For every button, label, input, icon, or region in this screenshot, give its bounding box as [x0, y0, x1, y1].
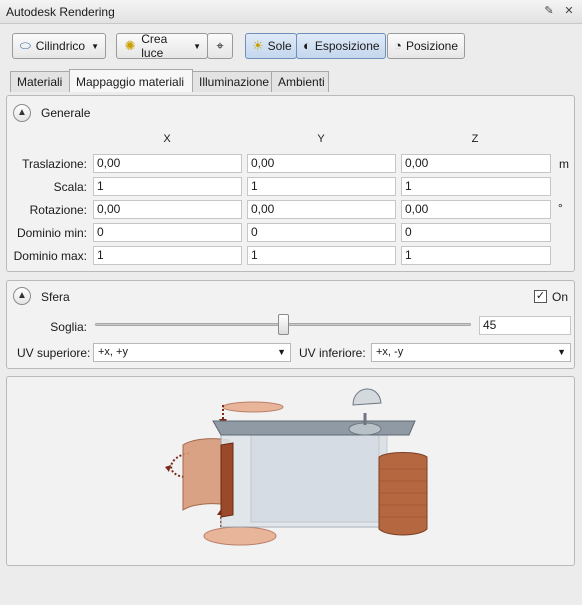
uv-superiore-value: +x, +y: [98, 346, 128, 358]
generale-title: Generale: [41, 106, 91, 120]
chevron-down-icon: ▼: [193, 41, 201, 51]
dominio-max-x-field[interactable]: 1: [93, 246, 242, 265]
close-icon[interactable]: ✕: [562, 4, 576, 18]
scala-z-field[interactable]: 1: [401, 177, 551, 196]
mapping-preview-panel: [6, 376, 575, 566]
uv-inferiore-select[interactable]: +x, -y ▼: [371, 343, 571, 362]
dominio-max-y-field[interactable]: 1: [247, 246, 396, 265]
bottom-projection-disc: [203, 526, 277, 546]
light-bulb-icon: ✺: [124, 38, 136, 53]
tab-ambienti[interactable]: Ambienti: [271, 71, 329, 92]
tab-illuminazione[interactable]: Illuminazione: [192, 71, 272, 92]
chevron-down-icon: ▼: [277, 347, 286, 357]
dominio-min-x-field[interactable]: 0: [93, 223, 242, 242]
crea-luce-label: Crea luce: [141, 32, 168, 60]
target-button[interactable]: ⌖: [207, 33, 233, 59]
posizione-label: Posizione: [405, 39, 458, 53]
lamp-sphere: [352, 388, 382, 406]
traslazione-label: Traslazione:: [22, 157, 87, 171]
sfera-on-label: On: [552, 290, 569, 304]
scala-x-field[interactable]: 1: [93, 177, 242, 196]
chevron-down-icon: ▼: [557, 347, 566, 357]
uv-superiore-label: UV superiore:: [17, 346, 91, 360]
side-arrow-head: [165, 465, 171, 472]
glass-box-back: [250, 434, 388, 523]
sfera-panel: ▲ Sfera ✓ On Soglia: 45 UV superiore: +x…: [6, 280, 575, 369]
soglia-slider-thumb[interactable]: [277, 314, 289, 335]
sfera-title: Sfera: [41, 290, 70, 304]
rotazione-label: Rotazione:: [29, 203, 87, 217]
traslazione-y-field[interactable]: 0,00: [247, 154, 396, 173]
mapping-preview-image: [165, 388, 428, 546]
exposure-icon: ◐: [303, 38, 311, 53]
scala-y-field[interactable]: 1: [247, 177, 396, 196]
dominio-min-y-field[interactable]: 0: [247, 223, 396, 242]
window-title: Autodesk Rendering: [6, 5, 115, 19]
dominio-max-label: Dominio max:: [13, 249, 87, 263]
cylinder-mapping-icon: ⬭: [19, 38, 31, 53]
traslazione-unit: m: [559, 157, 569, 171]
collapse-sfera-button[interactable]: ▲: [13, 287, 31, 305]
soglia-label: Soglia:: [50, 320, 87, 334]
crea-luce-button[interactable]: ✺ Crea luce ▼: [116, 32, 208, 60]
cilindrico-button[interactable]: ⬭ Cilindrico ▼: [12, 33, 106, 59]
axis-z-label: Z: [471, 133, 479, 145]
uv-inferiore-label: UV inferiore:: [299, 346, 366, 360]
dominio-min-z-field[interactable]: 0: [401, 223, 551, 242]
uv-inferiore-value: +x, -y: [376, 346, 404, 358]
cilindrico-label: Cilindrico: [35, 39, 86, 53]
esposizione-label: Esposizione: [314, 39, 380, 53]
sole-label: Sole: [267, 39, 292, 53]
collapse-generale-button[interactable]: ▲: [13, 104, 31, 122]
top-plate: [212, 420, 416, 436]
dominio-max-z-field[interactable]: 1: [401, 246, 551, 265]
axis-x-label: X: [163, 133, 171, 145]
toolbar: ⬭ Cilindrico ▼ ✺ Crea luce ▼ ⌖ ☀ Sole ◐ …: [0, 24, 582, 68]
soglia-value-field[interactable]: 45: [479, 316, 571, 335]
tab-mappaggio-materiali[interactable]: Mappaggio materiali: [69, 69, 193, 92]
window-titlebar: Autodesk Rendering ✎ ✕: [0, 0, 582, 24]
traslazione-z-field[interactable]: 0,00: [401, 154, 551, 173]
uv-superiore-select[interactable]: +x, +y ▼: [93, 343, 291, 362]
sfera-on-checkbox[interactable]: ✓: [534, 290, 547, 303]
rotazione-y-field[interactable]: 0,00: [247, 200, 396, 219]
sun-icon: ☀: [252, 38, 264, 53]
axis-y-label: Y: [317, 133, 325, 145]
posizione-button[interactable]: ◔ Posizione: [387, 33, 465, 59]
crosshair-icon: ⌖: [216, 38, 224, 53]
position-icon: ◔: [394, 38, 402, 53]
generale-panel: ▲ Generale X Y Z Traslazione: 0,00 0,00 …: [6, 95, 575, 272]
traslazione-x-field[interactable]: 0,00: [93, 154, 242, 173]
chevron-down-icon: ▼: [91, 41, 99, 51]
sole-button[interactable]: ☀ Sole: [245, 33, 297, 59]
rotazione-x-field[interactable]: 0,00: [93, 200, 242, 219]
right-brick-cylinder: [378, 452, 428, 536]
pin-icon[interactable]: ✎: [542, 4, 556, 18]
rotazione-unit: °: [558, 201, 563, 215]
rotazione-z-field[interactable]: 0,00: [401, 200, 551, 219]
dominio-min-label: Dominio min:: [16, 226, 87, 240]
esposizione-button[interactable]: ◐ Esposizione: [296, 33, 386, 59]
tab-materiali[interactable]: Materiali: [10, 71, 70, 92]
scala-label: Scala:: [53, 180, 87, 194]
left-brick-strip: [220, 442, 234, 518]
top-projection-disc: [222, 401, 284, 413]
